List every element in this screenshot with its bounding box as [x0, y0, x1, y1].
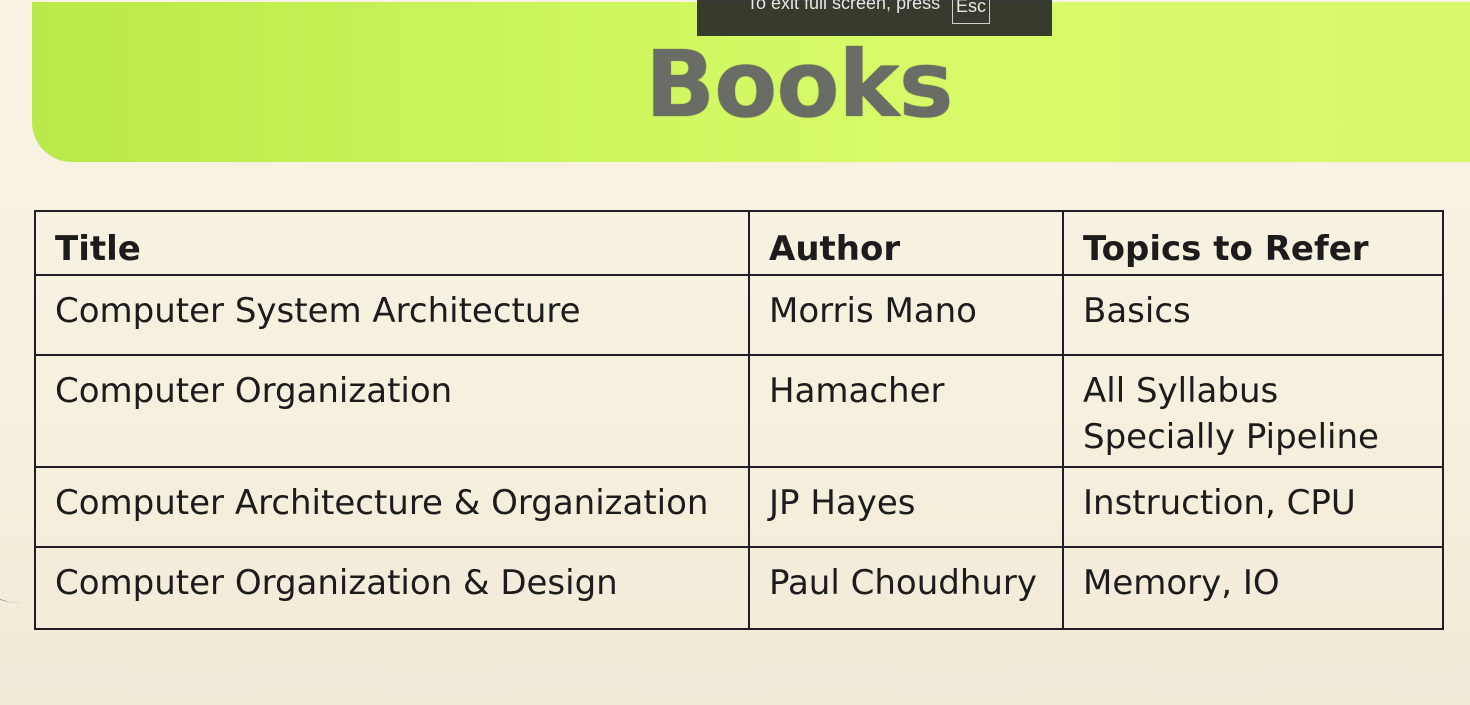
cell-author: JP Hayes — [748, 466, 1064, 548]
cell-title: Computer Organization & Design — [34, 546, 750, 630]
slide-page: Books To exit full screen, press Esc Tit… — [0, 0, 1470, 705]
cell-author: Paul Choudhury — [748, 546, 1064, 630]
table-header-row: Title Author Topics to Refer — [34, 210, 1444, 276]
cell-title: Computer Organization — [34, 354, 750, 468]
table-row: Computer Architecture & Organization JP … — [34, 466, 1444, 548]
header-author: Author — [748, 210, 1064, 276]
cell-topics: All Syllabus Specially Pipeline — [1062, 354, 1444, 468]
topic-line: Memory, IO — [1083, 563, 1280, 603]
cell-topics: Basics — [1062, 274, 1444, 356]
table-row: Computer Organization Hamacher All Sylla… — [34, 354, 1444, 468]
fullscreen-exit-notice: To exit full screen, press Esc — [697, 0, 1052, 36]
topic-line: Basics — [1083, 291, 1191, 331]
esc-key-hint: Esc — [952, 0, 990, 24]
books-table: Title Author Topics to Refer Computer Sy… — [34, 210, 1444, 630]
fullscreen-notice-text: To exit full screen, press — [747, 0, 941, 13]
topic-line: Specially Pipeline — [1083, 417, 1379, 457]
cell-topics: Memory, IO — [1062, 546, 1444, 630]
header-topics: Topics to Refer — [1062, 210, 1444, 276]
cell-title: Computer System Architecture — [34, 274, 750, 356]
cell-title: Computer Architecture & Organization — [34, 466, 750, 548]
header-title: Title — [34, 210, 750, 276]
slide-title: Books — [645, 31, 953, 138]
table-row: Computer System Architecture Morris Mano… — [34, 274, 1444, 356]
cell-author: Morris Mano — [748, 274, 1064, 356]
cell-topics: Instruction, CPU — [1062, 466, 1444, 548]
table-row: Computer Organization & Design Paul Chou… — [34, 546, 1444, 630]
cell-author: Hamacher — [748, 354, 1064, 468]
topic-line: All Syllabus — [1083, 371, 1279, 411]
topic-line: Instruction, CPU — [1083, 483, 1356, 523]
